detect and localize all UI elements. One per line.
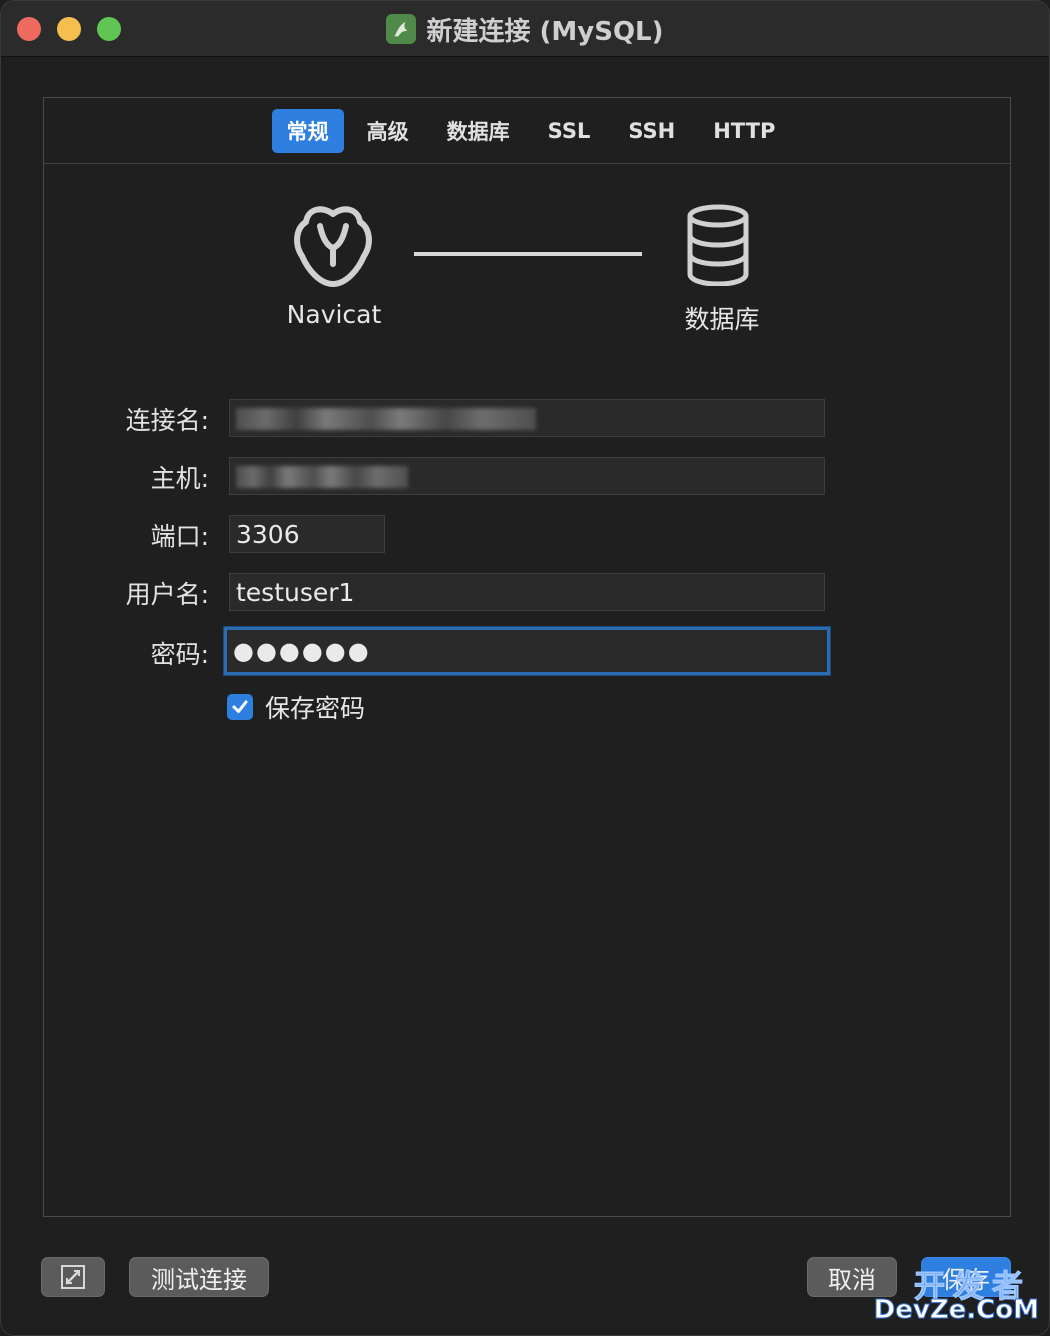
tab-databases[interactable]: 数据库 — [432, 109, 525, 153]
host-input[interactable] — [229, 457, 825, 495]
redacted-connection-name — [236, 408, 536, 430]
tab-ssh[interactable]: SSH — [613, 112, 690, 150]
database-icon — [687, 204, 749, 286]
database-label: 数据库 — [684, 305, 760, 334]
navicat-label: Navicat — [286, 300, 382, 329]
dolphin-icon — [395, 21, 408, 37]
window-title: 新建连接 (MySQL) — [426, 16, 664, 47]
window-title-area: 新建连接 (MySQL) — [1, 11, 1049, 47]
username-label: 用户名: — [125, 580, 209, 609]
username-input[interactable]: testuser1 — [229, 573, 825, 611]
tab-general[interactable]: 常规 — [271, 108, 344, 153]
redacted-host — [236, 466, 408, 488]
save-password-label: 保存密码 — [265, 694, 366, 723]
connection-line — [414, 252, 642, 256]
tab-ssl[interactable]: SSL — [533, 112, 606, 150]
watermark-bottom-text: DevZe.CoM — [873, 1295, 1039, 1326]
password-input[interactable]: ●●●●●● — [224, 627, 830, 675]
checkmark-icon — [232, 700, 248, 713]
edit-connection-button[interactable] — [41, 1257, 105, 1297]
tab-advanced[interactable]: 高级 — [352, 109, 424, 153]
edit-connection-icon — [61, 1265, 85, 1289]
host-label: 主机: — [150, 464, 209, 493]
save-password-row[interactable]: 保存密码 — [227, 689, 365, 725]
tab-http[interactable]: HTTP — [698, 112, 790, 150]
settings-tabs: 常规 高级 数据库 SSL SSH HTTP — [44, 98, 1010, 164]
titlebar: 新建连接 (MySQL) — [1, 1, 1049, 57]
port-label: 端口: — [150, 522, 209, 551]
watermark: 开发者 DevZe.CoM — [873, 1261, 1041, 1327]
port-input[interactable]: 3306 — [229, 515, 385, 553]
connection-name-label: 连接名: — [125, 406, 209, 435]
save-password-checkbox[interactable] — [227, 694, 253, 720]
password-label: 密码: — [150, 640, 209, 669]
new-connection-window: 新建连接 (MySQL) 常规 高级 数据库 SSL SSH HTTP Navi… — [0, 0, 1050, 1336]
mysql-app-icon — [386, 14, 417, 44]
navicat-logo-icon — [294, 206, 372, 287]
connection-diagram: Navicat 数据库 — [44, 198, 1010, 348]
test-connection-button[interactable]: 测试连接 — [129, 1257, 269, 1297]
connection-name-input[interactable] — [229, 399, 825, 437]
